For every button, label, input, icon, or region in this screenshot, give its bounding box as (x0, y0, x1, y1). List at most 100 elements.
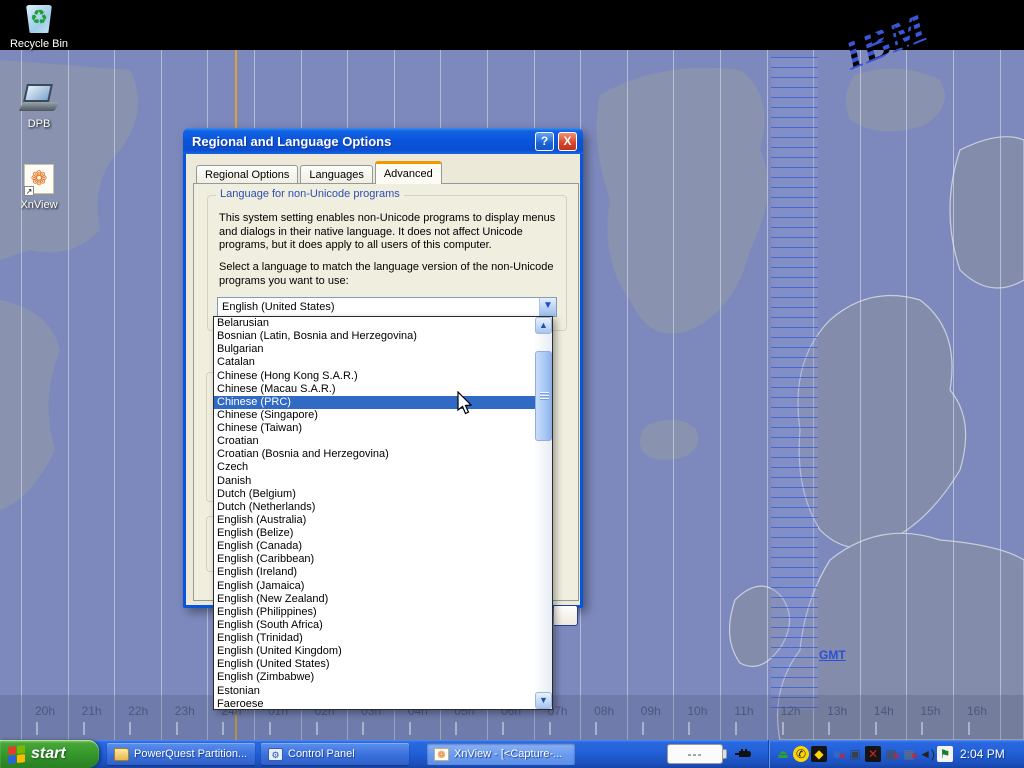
language-list-item[interactable]: English (Belize) (214, 527, 535, 540)
language-list-item[interactable]: Danish (214, 475, 535, 488)
tab-advanced[interactable]: Advanced (375, 161, 442, 184)
icon-label: DPB (1, 118, 77, 130)
tab-regional-options[interactable]: Regional Options (196, 165, 298, 184)
language-list-item[interactable]: Chinese (Hong Kong S.A.R.) (214, 370, 535, 383)
taskbar-button-2[interactable]: ⚙Control Panel (261, 743, 409, 765)
dialog-titlebar[interactable]: Regional and Language Options ? X (183, 128, 583, 154)
language-list-item[interactable]: Bulgarian (214, 343, 535, 356)
hour-label: 10h (687, 704, 707, 718)
desktop-icon-xnview[interactable]: ❁ ↗ XnView (1, 164, 77, 211)
desktop-icon-recycle-bin[interactable]: ♻ Recycle Bin (1, 3, 77, 50)
timezone-line (627, 50, 628, 740)
language-list-item[interactable]: English (Jamaica) (214, 580, 535, 593)
language-list-item[interactable]: English (New Zealand) (214, 593, 535, 606)
tray-icon-glyph: ⚑ (937, 746, 953, 762)
language-list-item[interactable]: English (Canada) (214, 540, 535, 553)
hour-label: 21h (82, 704, 102, 718)
network-computer-icon[interactable]: ▣ (847, 746, 863, 762)
language-list-item[interactable]: English (Zimbabwe) (214, 671, 535, 684)
tray-icon-glyph: ◄) (919, 746, 935, 762)
hour-label: 16h (967, 704, 987, 718)
taskbar-button-1[interactable]: PowerQuest Partition... (107, 743, 255, 765)
scroll-down-icon[interactable]: ▼ (535, 692, 552, 709)
hour-tick (316, 722, 318, 735)
hour-tick (362, 722, 364, 735)
hour-label: 08h (594, 704, 614, 718)
wireless-disabled-icon[interactable]: ▦✕ (901, 746, 917, 762)
hour-tick (409, 722, 411, 735)
contacts-offline-icon[interactable]: ☻✕ (829, 746, 845, 762)
language-list-item[interactable]: Chinese (Taiwan) (214, 422, 535, 435)
xnview-icon: ❁ ↗ (21, 164, 57, 196)
hour-label: 15h (920, 704, 940, 718)
groupbox-title: Language for non-Unicode programs (216, 188, 404, 200)
language-list-item[interactable]: Chinese (Singapore) (214, 409, 535, 422)
tab-languages[interactable]: Languages (300, 165, 372, 184)
language-list-item[interactable]: Estonian (214, 685, 535, 698)
shortcut-arrow-icon: ↗ (24, 186, 34, 196)
language-dropdown-list: BelarusianBosnian (Latin, Bosnia and Her… (213, 316, 553, 710)
language-list-item[interactable]: Dutch (Belgium) (214, 488, 535, 501)
display-disabled-icon[interactable]: ▦✕ (883, 746, 899, 762)
language-list-item[interactable]: Croatian (Bosnia and Herzegovina) (214, 448, 535, 461)
hour-tick (176, 722, 178, 735)
language-list-item[interactable]: English (Trinidad) (214, 632, 535, 645)
desktop-icon-dpb[interactable]: DPB (1, 83, 77, 130)
timezone-line (68, 50, 69, 740)
language-list-item[interactable]: English (South Africa) (214, 619, 535, 632)
disabled-x-overlay: ✕ (892, 748, 900, 764)
language-list-item[interactable]: Bosnian (Latin, Bosnia and Herzegovina) (214, 330, 535, 343)
hour-tick (875, 722, 877, 735)
timezone-line (114, 50, 115, 740)
combobox-dropdown-icon[interactable]: ▼ (539, 298, 556, 316)
language-list-item[interactable]: English (Caribbean) (214, 553, 535, 566)
language-list-item[interactable]: English (United States) (214, 658, 535, 671)
language-list-item[interactable]: Faeroese (214, 698, 535, 709)
diamond-utility-icon[interactable]: ◆ (811, 746, 827, 762)
timezone-line (21, 50, 22, 740)
folder-icon (114, 748, 129, 761)
battery-meter[interactable]: --- (667, 744, 723, 764)
tv-tuner-disabled-icon[interactable]: ✕ (865, 746, 881, 762)
safely-remove-hardware-icon[interactable]: ⏏ (775, 746, 791, 762)
tray-icon-glyph: ▣ (847, 746, 863, 762)
language-list-item[interactable]: English (United Kingdom) (214, 645, 535, 658)
description-text: This system setting enables non-Unicode … (219, 212, 573, 253)
hour-tick (828, 722, 830, 735)
language-list-item[interactable]: Belarusian (214, 317, 535, 330)
hour-label: 22h (128, 704, 148, 718)
taskbar-clock[interactable]: 2:04 PM (960, 747, 1005, 761)
language-list-item[interactable]: English (Philippines) (214, 606, 535, 619)
apply-button-fragment[interactable] (554, 605, 578, 626)
language-list-item[interactable]: Chinese (Macau S.A.R.) (214, 383, 535, 396)
hour-tick (735, 722, 737, 735)
language-combobox[interactable]: English (United States) ▼ (217, 297, 557, 317)
tab-strip: Regional OptionsLanguagesAdvanced (196, 164, 444, 184)
volume-icon[interactable]: ◄) (919, 746, 935, 762)
scroll-up-icon[interactable]: ▲ (535, 317, 552, 334)
language-list-item[interactable]: Czech (214, 461, 535, 474)
list-scrollbar[interactable]: ▲ ▼ (535, 317, 552, 709)
help-button[interactable]: ? (535, 132, 554, 151)
language-list-item[interactable]: Chinese (PRC) (214, 396, 535, 409)
system-tray: ⏏✆◆☻✕▣✕▦✕▦✕◄)⚑ 2:04 PM (768, 740, 1024, 768)
language-list-item[interactable]: English (Ireland) (214, 566, 535, 579)
phone-utility-icon[interactable]: ✆ (793, 746, 809, 762)
hour-tick (129, 722, 131, 735)
tray-icons: ⏏✆◆☻✕▣✕▦✕▦✕◄)⚑ (775, 746, 955, 762)
close-button[interactable]: X (558, 132, 577, 151)
language-list-item[interactable]: Croatian (214, 435, 535, 448)
taskbar-button-3[interactable]: ❁XnView - [<Capture-... (427, 743, 575, 765)
hour-tick (502, 722, 504, 735)
scrollbar-thumb[interactable] (535, 351, 552, 441)
start-button[interactable]: start (0, 740, 99, 768)
hour-tick (83, 722, 85, 735)
hour-label: 23h (175, 704, 195, 718)
gmt-meridian-band (771, 57, 818, 710)
hour-tick (642, 722, 644, 735)
language-list-item[interactable]: Catalan (214, 356, 535, 369)
icon-label: XnView (1, 199, 77, 211)
language-list-item[interactable]: English (Australia) (214, 514, 535, 527)
notebook-flag-icon[interactable]: ⚑ (937, 746, 953, 762)
language-list-item[interactable]: Dutch (Netherlands) (214, 501, 535, 514)
